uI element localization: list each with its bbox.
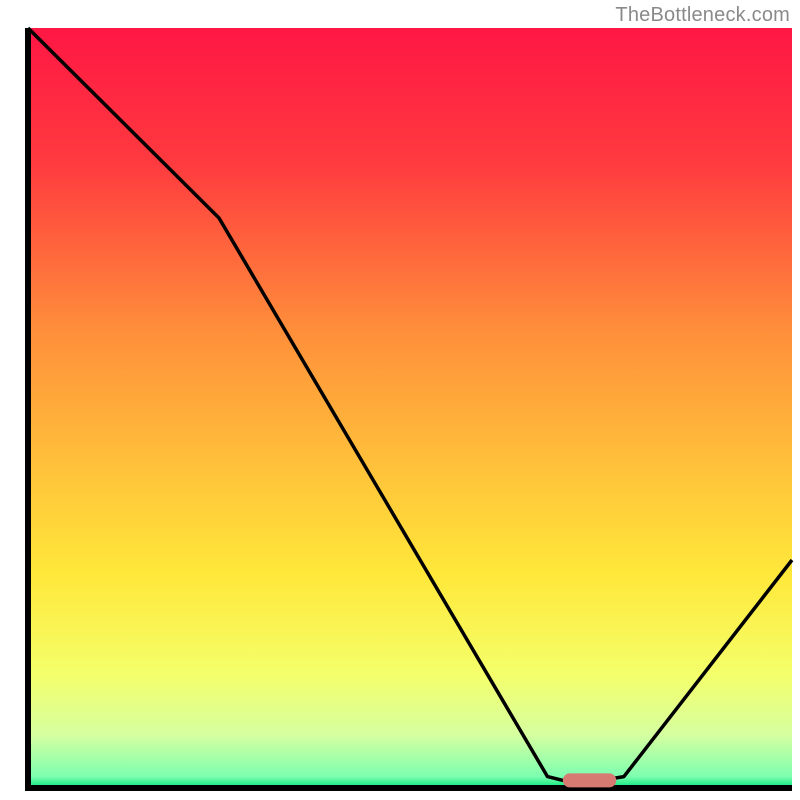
optimal-marker	[563, 773, 616, 787]
bottleneck-chart	[0, 0, 800, 800]
